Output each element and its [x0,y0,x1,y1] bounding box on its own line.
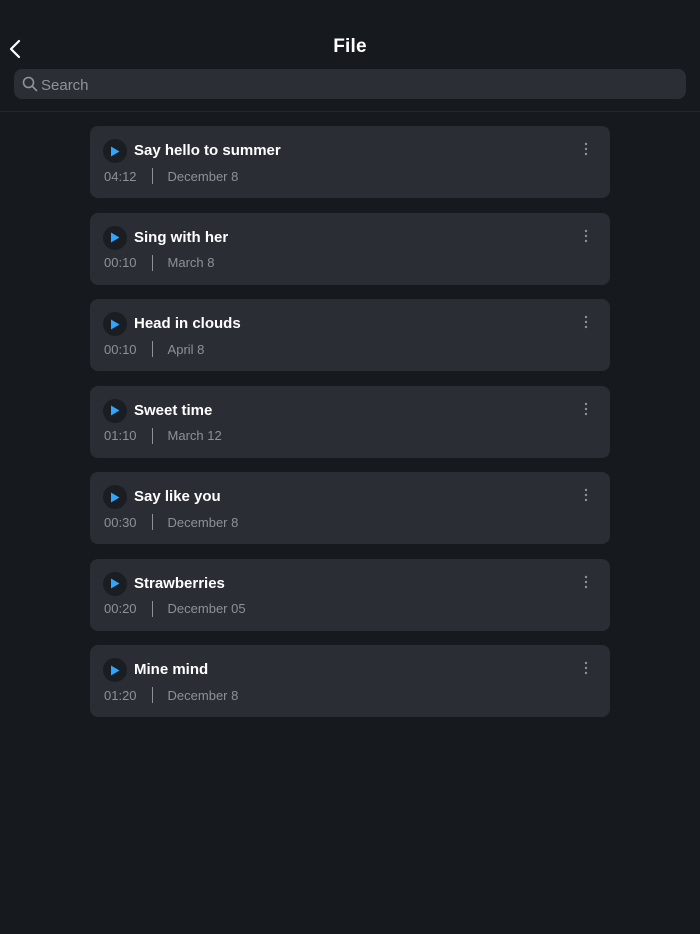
play-button[interactable] [103,571,127,596]
play-icon [111,665,120,675]
track-title: Mine mind [134,661,209,678]
play-button[interactable] [103,658,127,682]
divider [151,341,153,357]
track-title: Sing with her [134,228,229,246]
more-vertical-icon [584,488,588,502]
track-title: Say like you [134,488,221,505]
track-duration: 00:10 [104,255,137,270]
list-item[interactable]: Strawberries 00:20 December 05 [90,558,610,631]
more-vertical-icon [584,661,588,675]
track-meta: 00:30 December 8 [104,513,238,531]
header: File [0,0,700,112]
more-vertical-icon [584,142,588,156]
track-date: March 12 [167,428,222,443]
more-options-button[interactable] [580,573,592,591]
track-date: April 8 [167,341,205,357]
list-item[interactable]: Sing with her 00:10 March 8 [90,212,610,285]
divider [151,427,153,444]
play-button[interactable] [103,398,127,423]
track-meta: 00:10 March 8 [104,254,215,272]
track-meta: 01:10 March 12 [104,427,222,445]
more-vertical-icon [584,315,588,329]
more-options-button[interactable] [580,400,592,418]
more-options-button[interactable] [580,227,592,245]
list-item[interactable]: Mine mind 01:20 December 8 [90,645,610,717]
chevron-left-icon [9,39,21,59]
more-vertical-icon [584,402,588,415]
back-button[interactable] [4,37,26,61]
track-duration: 00:30 [104,514,137,530]
play-button[interactable] [103,225,127,250]
search-input[interactable] [41,69,671,100]
more-vertical-icon [584,229,588,242]
play-icon [111,405,120,416]
play-icon [111,492,120,502]
track-date: March 8 [167,255,215,270]
divider [151,687,153,703]
play-button[interactable] [103,312,127,336]
play-icon [111,319,120,329]
recordings-list: Say hello to summer 04:12 December 8 Sin… [90,126,610,732]
play-button[interactable] [103,485,127,509]
list-item[interactable]: Sweet time 01:10 March 12 [90,385,610,458]
track-title: Sweet time [134,401,213,419]
list-item[interactable]: Head in clouds 00:10 April 8 [90,299,610,371]
more-vertical-icon [584,575,588,588]
track-meta: 00:20 December 05 [104,600,246,618]
more-options-button[interactable] [580,313,592,331]
track-title: Head in clouds [134,315,241,332]
more-options-button[interactable] [580,659,592,677]
track-meta: 01:20 December 8 [104,686,238,704]
track-duration: 00:10 [104,341,137,357]
track-title: Say hello to summer [134,142,281,159]
more-options-button[interactable] [580,486,592,504]
list-item[interactable]: Say hello to summer 04:12 December 8 [90,126,610,198]
more-options-button[interactable] [580,140,592,158]
play-button[interactable] [103,139,127,163]
track-title: Strawberries [134,574,225,592]
divider [151,168,153,184]
track-meta: 04:12 December 8 [104,167,238,185]
track-date: December 8 [167,168,239,184]
play-icon [111,578,120,589]
track-date: December 8 [167,514,239,530]
divider [151,254,153,271]
track-date: December 8 [167,687,239,703]
track-duration: 04:12 [104,168,137,184]
track-date: December 05 [167,601,246,616]
page-title: File [333,36,367,57]
track-duration: 01:10 [104,428,137,443]
file-screen: File Say hello to summer 04:12 December … [0,0,700,934]
search-icon [22,76,38,92]
track-duration: 00:20 [104,601,137,616]
track-meta: 00:10 April 8 [104,340,204,358]
search-bar[interactable] [14,69,686,100]
play-icon [111,146,120,156]
divider [151,514,153,530]
play-icon [111,232,120,243]
divider [151,600,153,617]
list-item[interactable]: Say like you 00:30 December 8 [90,472,610,544]
track-duration: 01:20 [104,687,137,703]
